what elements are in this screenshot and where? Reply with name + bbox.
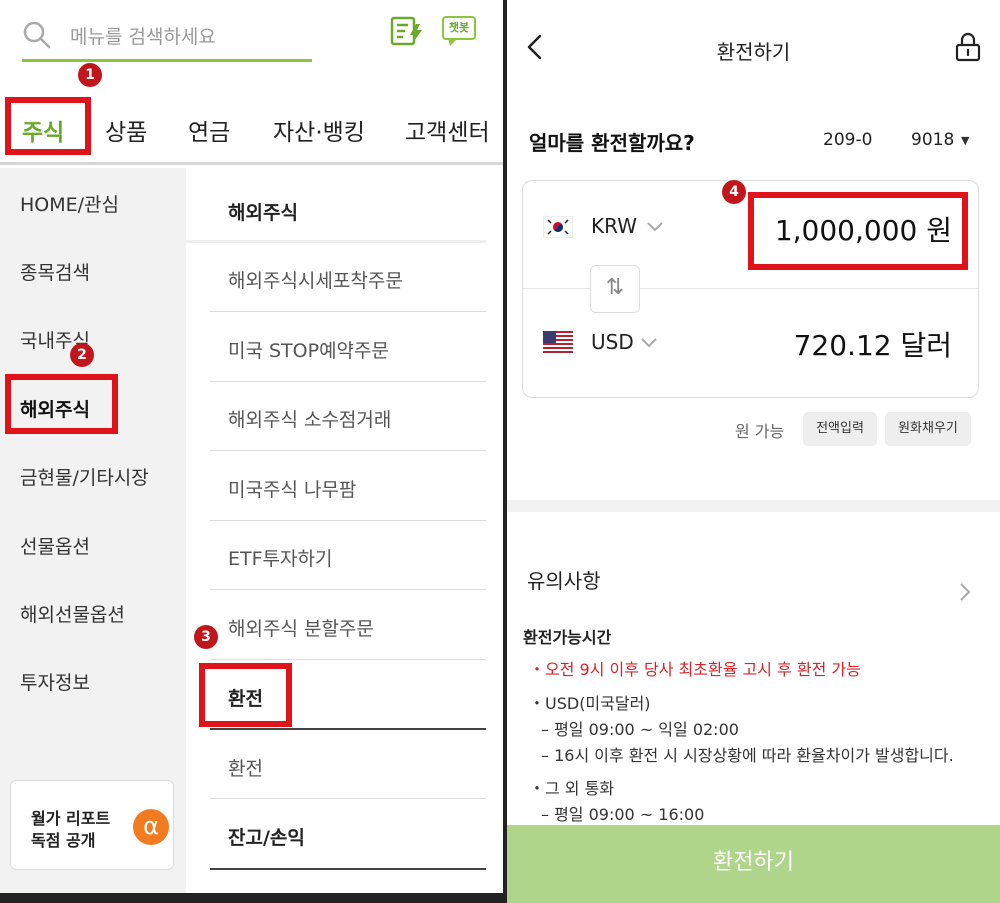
- promo-line-1: 월가 리포트: [31, 809, 111, 828]
- sub-item-fractional-trade[interactable]: 해외주식 소수점거래: [228, 405, 391, 432]
- divider: [210, 798, 486, 799]
- chevron-down-icon[interactable]: [641, 338, 657, 348]
- exchange-card: KRW 1,000,000 원 ⇅ USD 720.12 달러: [522, 180, 979, 398]
- sub-item-us-stop-order[interactable]: 미국 STOP예약주문: [228, 336, 389, 363]
- step-badge-3: 3: [194, 625, 218, 649]
- sub-item-exchange[interactable]: 환전: [228, 754, 263, 781]
- search-icon: [23, 21, 51, 49]
- divider: [210, 659, 486, 660]
- divider: [210, 868, 486, 870]
- account-dropdown-icon[interactable]: ▼: [961, 134, 969, 147]
- divider: [210, 728, 486, 730]
- sub-item-namu-farm[interactable]: 미국주식 나무팜: [228, 475, 356, 502]
- side-item-gold-other[interactable]: 금현물/기타시장: [20, 463, 149, 490]
- side-item-investment-info[interactable]: 투자정보: [20, 668, 90, 695]
- lock-icon[interactable]: [955, 32, 981, 62]
- tab-stock[interactable]: 주식: [22, 113, 64, 147]
- exchange-submit-button[interactable]: 환전하기: [507, 825, 1000, 903]
- side-item-overseas-futures[interactable]: 해외선물옵션: [20, 600, 125, 627]
- promo-line-2: 독점 공개: [31, 831, 96, 850]
- search-input[interactable]: 메뉴를 검색하세요: [70, 22, 216, 49]
- tab-assets-banking[interactable]: 자산·뱅킹: [273, 113, 365, 147]
- section-separator: [507, 500, 1000, 512]
- sub-item-price-catch-order[interactable]: 해외주식시세포착주문: [228, 266, 403, 293]
- chevron-down-icon[interactable]: [647, 222, 663, 232]
- step-badge-4: 4: [722, 180, 746, 204]
- side-item-futures-options[interactable]: 선물옵션: [20, 532, 90, 559]
- page-title: 환전하기: [716, 40, 791, 64]
- sub-section-balance-pnl[interactable]: 잔고/손익: [228, 823, 305, 850]
- alpha-icon: α: [133, 809, 169, 845]
- notice-line: ・USD(미국달러): [529, 694, 651, 713]
- chatbot-icon[interactable]: 챗봇: [442, 16, 476, 46]
- account-number[interactable]: 209-0: [823, 130, 875, 150]
- promo-banner[interactable]: 월가 리포트 독점 공개 α: [10, 780, 174, 870]
- chatbot-label: 챗봇: [442, 16, 476, 40]
- side-item-stock-search[interactable]: 종목검색: [20, 258, 90, 285]
- divider: [210, 381, 486, 382]
- notice-title[interactable]: 유의사항: [527, 565, 601, 594]
- notice-line: – 평일 09:00 ~ 16:00: [541, 805, 705, 824]
- divider: [186, 240, 486, 243]
- to-amount-display: 720.12 달러: [793, 329, 952, 362]
- side-item-home[interactable]: HOME/관심: [20, 190, 119, 217]
- divider: [210, 589, 486, 590]
- us-flag-icon: [543, 331, 573, 353]
- category-tabs: 주식 상품 연금 자산·뱅킹 고객센터: [0, 95, 503, 165]
- sub-menu: 해외주식 해외주식시세포착주문 미국 STOP예약주문 해외주식 소수점거래 미…: [186, 168, 503, 903]
- to-currency-select[interactable]: USD: [591, 330, 634, 354]
- divider: [210, 520, 486, 521]
- divider: [210, 450, 486, 451]
- menu-search-bar[interactable]: 메뉴를 검색하세요: [22, 12, 312, 62]
- side-item-overseas-stock[interactable]: 해외주식: [20, 395, 90, 422]
- enter-full-amount-button[interactable]: 전액입력: [803, 412, 877, 446]
- header: 환전하기: [507, 0, 1000, 90]
- tab-products[interactable]: 상품: [105, 113, 147, 147]
- from-currency-select[interactable]: KRW: [591, 214, 637, 238]
- divider: [210, 311, 486, 312]
- menu-screen: 메뉴를 검색하세요 챗봇 주식 상품 연금 자산·뱅킹 고객센터 1 HOME/…: [0, 0, 503, 903]
- account-suffix[interactable]: 9018: [911, 130, 954, 150]
- korea-flag-icon: [543, 216, 573, 238]
- step-badge-1: 1: [78, 63, 102, 87]
- notice-line: ・그 외 통화: [529, 779, 615, 798]
- tab-pension[interactable]: 연금: [188, 113, 230, 147]
- swap-currency-button[interactable]: ⇅: [590, 265, 640, 313]
- step-badge-2: 2: [70, 343, 94, 367]
- sub-item-split-order[interactable]: 해외주식 분할주문: [228, 614, 374, 641]
- notice-line: – 평일 09:00 ~ 익일 02:00: [541, 720, 739, 739]
- notice-line: ・오전 9시 이후 당사 최초환율 고시 후 환전 가능: [529, 660, 861, 679]
- from-amount-input[interactable]: 1,000,000 원: [775, 209, 952, 249]
- nav-bar: [0, 893, 503, 903]
- notice-line: – 16시 이후 환전 시 시장상황에 따라 환율차이가 발생합니다.: [541, 746, 954, 765]
- available-amount-text: 원 가능: [735, 422, 785, 441]
- exchange-screen: 환전하기 얼마를 환전할까요? 209-0 9018 ▼ KRW 1,000,0…: [507, 0, 1000, 903]
- exchange-hours-title: 환전가능시간: [523, 628, 612, 647]
- sub-section-exchange[interactable]: 환전: [228, 684, 263, 711]
- sub-item-etf-invest[interactable]: ETF투자하기: [228, 544, 332, 571]
- sub-section-overseas-stock: 해외주식: [228, 202, 298, 224]
- chevron-right-icon[interactable]: [959, 582, 971, 602]
- fill-krw-button[interactable]: 원화채우기: [885, 412, 971, 446]
- question-title: 얼마를 환전할까요?: [529, 131, 695, 155]
- tab-customer-center[interactable]: 고객센터: [405, 113, 490, 147]
- memo-flash-icon[interactable]: [390, 16, 424, 46]
